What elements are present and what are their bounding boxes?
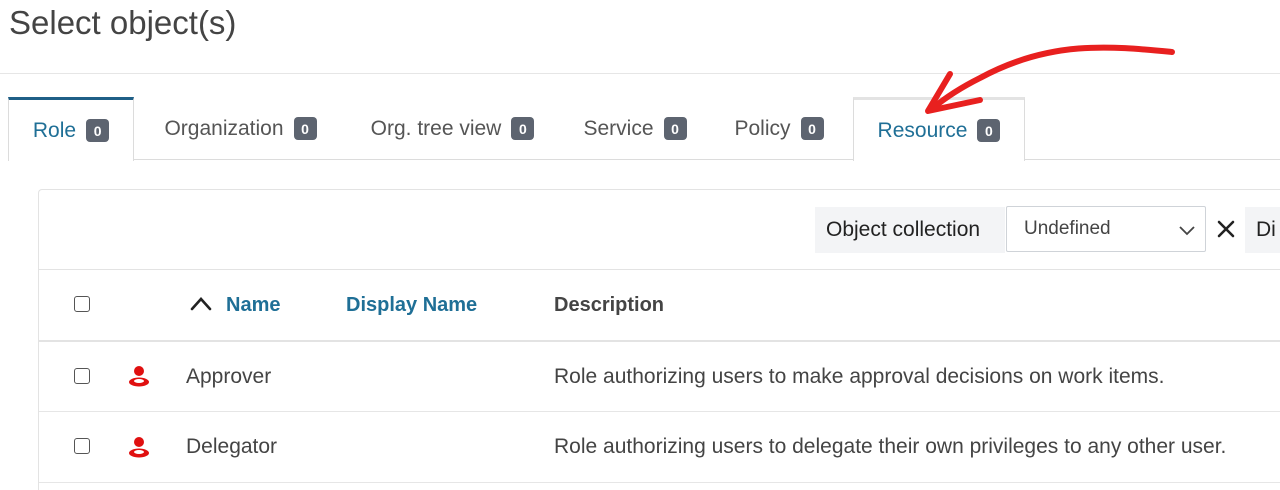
chevron-down-icon	[1179, 226, 1195, 236]
role-icon	[129, 366, 149, 387]
table-row[interactable]: Approver Role authorizing users to make …	[39, 342, 1280, 412]
role-icon	[129, 437, 149, 458]
close-icon[interactable]	[1214, 217, 1238, 241]
row-description: Role authorizing users to delegate their…	[554, 435, 1227, 458]
object-collection-select[interactable]: Undefined	[1006, 206, 1206, 252]
column-header-display-name[interactable]: Display Name	[346, 294, 477, 317]
display-options-button[interactable]: Di	[1245, 207, 1280, 253]
table-row[interactable]: Delegator Role authorizing users to dele…	[39, 413, 1280, 483]
row-name[interactable]: Approver	[186, 365, 271, 389]
column-header-description: Description	[554, 294, 665, 316]
row-description: Role authorizing users to make approval …	[554, 365, 1165, 388]
table-header: Name Display Name Description	[39, 270, 1280, 342]
row-checkbox[interactable]	[74, 438, 90, 454]
row-checkbox[interactable]	[74, 368, 90, 384]
select-all-checkbox[interactable]	[74, 296, 90, 312]
list-toolbar: Object collection Undefined Di	[39, 190, 1280, 270]
object-collection-value: Undefined	[1024, 218, 1111, 239]
sort-ascending-icon[interactable]	[189, 294, 213, 312]
object-collection-label: Object collection	[815, 207, 1005, 253]
select-objects-page: Select object(s) Role 0 Organization 0 O…	[0, 0, 1280, 490]
row-name[interactable]: Delegator	[186, 435, 277, 459]
object-list-panel: Object collection Undefined Di Name Disp…	[38, 189, 1280, 490]
column-header-name[interactable]: Name	[226, 294, 280, 317]
